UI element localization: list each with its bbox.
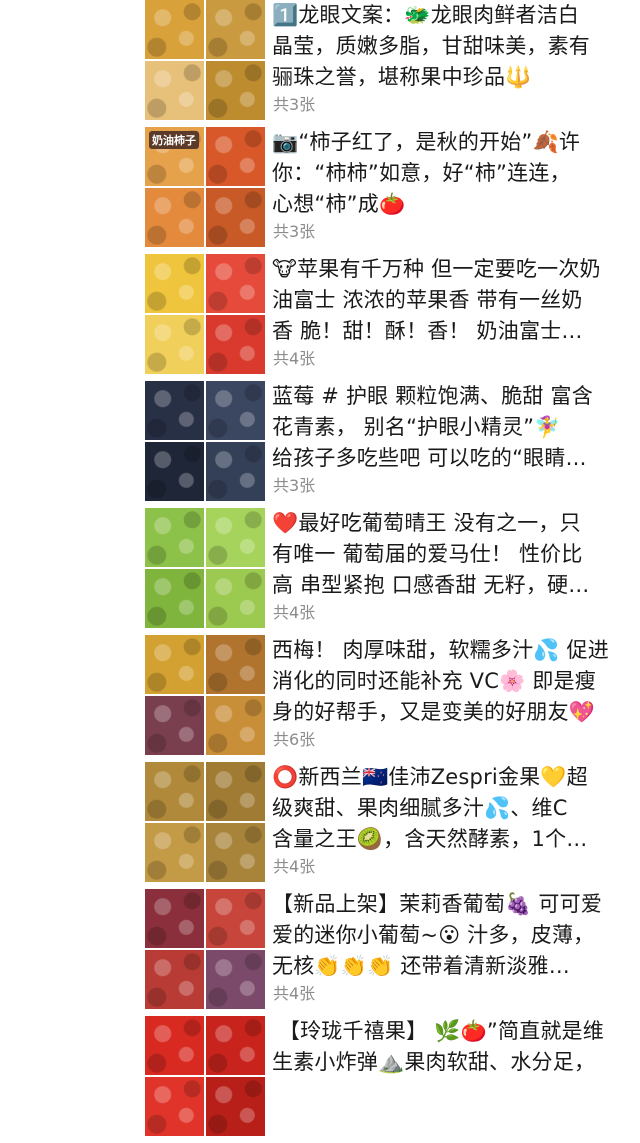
post-image-grid[interactable] bbox=[145, 1016, 265, 1136]
post-image-grid[interactable] bbox=[145, 508, 265, 628]
post-thumbnail[interactable] bbox=[145, 442, 204, 501]
post-image-grid[interactable] bbox=[145, 635, 265, 755]
post-thumbnail[interactable] bbox=[145, 508, 204, 567]
post-thumbnail[interactable]: 奶油柿子 bbox=[145, 127, 204, 186]
image-count: 共4张 bbox=[273, 603, 316, 622]
moments-feed: 1️⃣龙眼文案：🐲龙眼肉鲜者洁白 晶莹，质嫩多脂，甘甜味美，素有 骊珠之誉，堪称… bbox=[0, 0, 640, 1136]
feed-post[interactable]: ❤️最好吃葡萄晴王 没有之一，只 有唯一 葡萄届的爱马仕！ 性价比 高 串型紧抱… bbox=[0, 508, 640, 635]
post-caption: 📷“柿子红了，是秋的开始”🍂许 你：“柿柿”如意，好“柿”连连， 心想“柿”成🍅 bbox=[272, 130, 581, 216]
feed-post[interactable]: ⭕新西兰🇳🇿佳沛Zespri金果💛超 级爽甜、果肉细腻多汁💦、维C 含量之王🥝，… bbox=[0, 762, 640, 889]
post-thumbnail[interactable] bbox=[206, 188, 265, 247]
image-count: 共6张 bbox=[273, 730, 316, 749]
post-thumbnail[interactable] bbox=[206, 823, 265, 882]
post-thumbnail[interactable] bbox=[206, 635, 265, 694]
post-thumbnail[interactable] bbox=[145, 61, 204, 120]
post-image-grid[interactable] bbox=[145, 254, 265, 374]
feed-post[interactable]: 奶油柿子 📷“柿子红了，是秋的开始”🍂许 你：“柿柿”如意，好“柿”连连， 心想“… bbox=[0, 127, 640, 254]
post-thumbnail[interactable] bbox=[206, 0, 265, 59]
post-thumbnail[interactable] bbox=[206, 254, 265, 313]
feed-post[interactable]: 西梅！ 肉厚味甜，软糯多汁💦 促进 消化的同时还能补充 VC🌸 即是瘦 身的好帮… bbox=[0, 635, 640, 762]
post-thumbnail[interactable] bbox=[206, 61, 265, 120]
post-caption: 蓝莓 # 护眼 颗粒饱满、脆甜 富含 花青素， 别名“护眼小精灵”🧚‍♀️ 给孩… bbox=[272, 384, 593, 470]
post-image-grid[interactable] bbox=[145, 381, 265, 501]
feed-post[interactable]: 蓝莓 # 护眼 颗粒饱满、脆甜 富含 花青素， 别名“护眼小精灵”🧚‍♀️ 给孩… bbox=[0, 381, 640, 508]
post-thumbnail[interactable] bbox=[206, 1016, 265, 1075]
post-thumbnail[interactable] bbox=[145, 315, 204, 374]
post-thumbnail[interactable] bbox=[145, 188, 204, 247]
post-thumbnail[interactable] bbox=[145, 762, 204, 821]
post-image-grid[interactable] bbox=[145, 889, 265, 1009]
image-count: 共3张 bbox=[273, 95, 316, 114]
post-thumbnail[interactable] bbox=[206, 508, 265, 567]
post-caption: 西梅！ 肉厚味甜，软糯多汁💦 促进 消化的同时还能补充 VC🌸 即是瘦 身的好帮… bbox=[272, 638, 609, 724]
post-caption: 🐮苹果有千万种 但一定要吃一次奶 油富士 浓浓的苹果香 带有一丝奶 香 脆！甜！… bbox=[272, 257, 601, 343]
post-thumbnail[interactable] bbox=[206, 381, 265, 440]
post-thumbnail[interactable] bbox=[206, 127, 265, 186]
post-thumbnail[interactable] bbox=[206, 442, 265, 501]
post-thumbnail[interactable] bbox=[206, 762, 265, 821]
post-thumbnail[interactable] bbox=[145, 950, 204, 1009]
post-thumbnail[interactable] bbox=[206, 1077, 265, 1136]
post-caption: 【新品上架】茉莉香葡萄🍇 可可爱 爱的迷你小葡萄~😮 汁多，皮薄， 无核👏👏👏 … bbox=[272, 892, 603, 978]
post-thumbnail[interactable] bbox=[206, 315, 265, 374]
post-thumbnail[interactable] bbox=[145, 254, 204, 313]
feed-post[interactable]: 【玲珑千禧果】 🌿🍅”简直就是维 生素小炸弹⛰️果肉软甜、水分足， bbox=[0, 1016, 640, 1143]
post-image-grid[interactable]: 奶油柿子 bbox=[145, 127, 265, 247]
feed-post[interactable]: 🐮苹果有千万种 但一定要吃一次奶 油富士 浓浓的苹果香 带有一丝奶 香 脆！甜！… bbox=[0, 254, 640, 381]
post-thumbnail[interactable] bbox=[145, 696, 204, 755]
feed-post[interactable]: 【新品上架】茉莉香葡萄🍇 可可爱 爱的迷你小葡萄~😮 汁多，皮薄， 无核👏👏👏 … bbox=[0, 889, 640, 1016]
post-image-grid[interactable] bbox=[145, 0, 265, 120]
post-caption: 【玲珑千禧果】 🌿🍅”简直就是维 生素小炸弹⛰️果肉软甜、水分足， bbox=[272, 1019, 604, 1074]
post-thumbnail[interactable] bbox=[206, 569, 265, 628]
feed-post[interactable]: 1️⃣龙眼文案：🐲龙眼肉鲜者洁白 晶莹，质嫩多脂，甘甜味美，素有 骊珠之誉，堪称… bbox=[0, 0, 640, 127]
post-caption: 1️⃣龙眼文案：🐲龙眼肉鲜者洁白 晶莹，质嫩多脂，甘甜味美，素有 骊珠之誉，堪称… bbox=[272, 3, 590, 89]
post-caption: ❤️最好吃葡萄晴王 没有之一，只 有唯一 葡萄届的爱马仕！ 性价比 高 串型紧抱… bbox=[272, 511, 590, 597]
post-thumbnail[interactable] bbox=[145, 1077, 204, 1136]
post-caption: ⭕新西兰🇳🇿佳沛Zespri金果💛超 级爽甜、果肉细腻多汁💦、维C 含量之王🥝，… bbox=[272, 765, 588, 851]
post-thumbnail[interactable] bbox=[145, 569, 204, 628]
post-thumbnail[interactable] bbox=[145, 635, 204, 694]
post-thumbnail[interactable] bbox=[145, 889, 204, 948]
image-count: 共4张 bbox=[273, 984, 316, 1003]
image-count: 共3张 bbox=[273, 476, 316, 495]
post-thumbnail[interactable] bbox=[206, 950, 265, 1009]
image-count: 共4张 bbox=[273, 857, 316, 876]
post-thumbnail[interactable] bbox=[145, 381, 204, 440]
post-thumbnail[interactable] bbox=[206, 696, 265, 755]
image-count: 共4张 bbox=[273, 349, 316, 368]
post-thumbnail[interactable] bbox=[145, 0, 204, 59]
post-thumbnail[interactable] bbox=[145, 1016, 204, 1075]
post-image-grid[interactable] bbox=[145, 762, 265, 882]
thumbnail-badge: 奶油柿子 bbox=[149, 131, 199, 149]
post-thumbnail[interactable] bbox=[145, 823, 204, 882]
post-thumbnail[interactable] bbox=[206, 889, 265, 948]
image-count: 共3张 bbox=[273, 222, 316, 241]
